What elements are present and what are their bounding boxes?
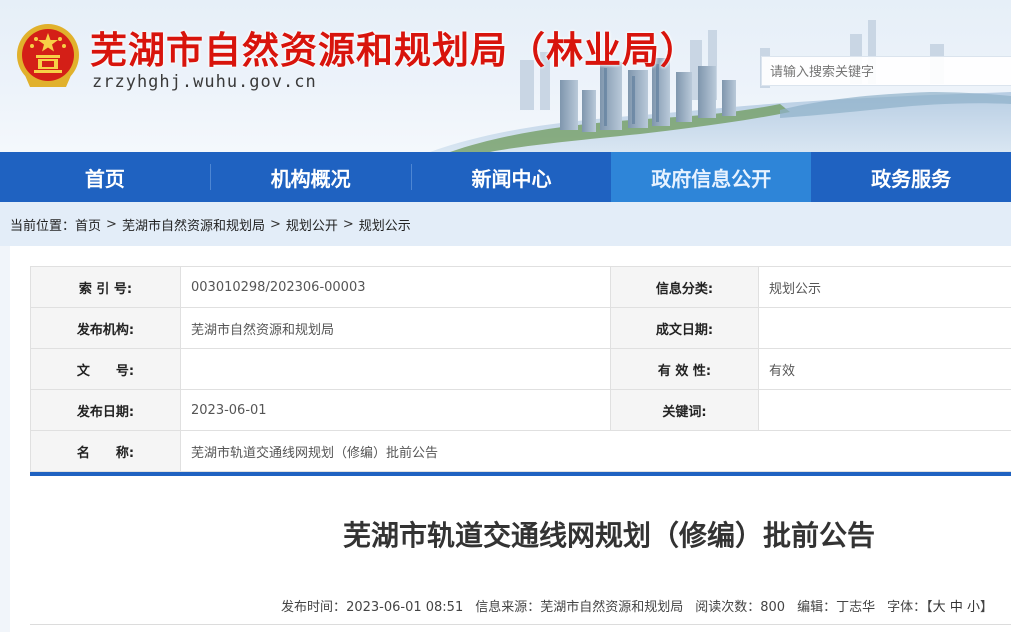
breadcrumb-link-planning[interactable]: 规划公开 — [286, 215, 338, 234]
breadcrumb-separator: > — [106, 216, 117, 232]
views-count: 800 — [760, 600, 786, 615]
breadcrumb-prefix: 当前位置： — [10, 218, 76, 234]
publish-time-label: 发布时间： — [281, 600, 347, 615]
publish-date-label: 发布日期: — [30, 389, 181, 431]
site-domain: zrzyhghj.wuhu.gov.cn — [92, 72, 317, 92]
validity-value: 有效 — [758, 348, 1011, 390]
publish-time-value: 2023-06-01 08:51 — [346, 600, 464, 615]
keywords-value — [758, 389, 1011, 431]
index-number-label: 索 引 号: — [30, 266, 181, 308]
breadcrumb-link-bureau[interactable]: 芜湖市自然资源和规划局 — [122, 215, 265, 234]
breadcrumb-link-notice[interactable]: 规划公示 — [359, 215, 411, 234]
table-bottom-rule — [30, 472, 1011, 476]
doc-number-label: 文 号: — [30, 348, 181, 390]
views-label: 阅读次数： — [695, 600, 761, 615]
category-value: 规划公示 — [758, 266, 1011, 308]
search-input[interactable] — [761, 56, 1011, 86]
breadcrumb-separator: > — [342, 216, 354, 232]
editor-value: 丁志华 — [836, 600, 876, 615]
name-label: 名 称: — [30, 430, 181, 472]
article-title: 芜湖市轨道交通线网规划（修编）批前公告 — [342, 519, 875, 552]
nav-item-about[interactable]: 机构概况 — [211, 152, 411, 202]
breadcrumb: 当前位置： 首页 > 芜湖市自然资源和规划局 > 规划公开 > 规划公示 — [0, 202, 1011, 246]
font-size-label: 字体： — [887, 600, 927, 615]
nav-item-services[interactable]: 政务服务 — [811, 152, 1011, 202]
font-small-button[interactable]: 小 — [967, 600, 980, 615]
index-number-value: 003010298/202306-00003 — [180, 266, 611, 308]
publisher-label: 发布机构: — [30, 307, 181, 349]
nav-item-home[interactable]: 首页 — [0, 152, 210, 202]
created-date-label: 成文日期: — [610, 307, 759, 349]
document-info-table: 索 引 号: 003010298/202306-00003 信息分类: 规划公示… — [30, 266, 1011, 472]
font-medium-button[interactable]: 中 — [950, 600, 963, 615]
created-date-value — [758, 307, 1011, 349]
table-row: 名 称: 芜湖市轨道交通线网规划（修编）批前公告 — [30, 430, 1011, 472]
main-nav: 首页 机构概况 新闻中心 政府信息公开 政务服务 — [0, 152, 1011, 202]
editor-label: 编辑： — [797, 600, 837, 615]
source-label: 信息来源： — [475, 600, 541, 615]
site-banner: 芜湖市自然资源和规划局（林业局） zrzyhghj.wuhu.gov.cn — [0, 0, 1011, 152]
table-row: 发布机构: 芜湖市自然资源和规划局 成文日期: — [30, 307, 1011, 349]
font-bracket-close: 】 — [979, 600, 993, 615]
article-meta: 发布时间：2023-06-01 08:51 信息来源：芜湖市自然资源和规划局 阅读次… — [281, 596, 993, 615]
publisher-value: 芜湖市自然资源和规划局 — [180, 307, 611, 349]
doc-number-value — [180, 348, 611, 390]
meta-divider — [30, 624, 1011, 625]
category-label: 信息分类: — [610, 266, 759, 308]
font-large-button[interactable]: 大 — [933, 600, 946, 615]
nav-item-gov-info[interactable]: 政府信息公开 — [611, 152, 812, 202]
nav-item-news[interactable]: 新闻中心 — [412, 152, 612, 202]
table-row: 文 号: 有 效 性: 有效 — [30, 348, 1011, 390]
breadcrumb-link-home[interactable]: 首页 — [75, 215, 101, 234]
table-row: 索 引 号: 003010298/202306-00003 信息分类: 规划公示 — [30, 266, 1011, 308]
keywords-label: 关键词: — [610, 389, 759, 431]
national-emblem-icon — [17, 24, 79, 87]
publish-date-value: 2023-06-01 — [180, 389, 611, 431]
breadcrumb-separator: > — [269, 216, 281, 232]
source-value: 芜湖市自然资源和规划局 — [540, 600, 684, 615]
validity-label: 有 效 性: — [610, 348, 759, 390]
name-value: 芜湖市轨道交通线网规划（修编）批前公告 — [180, 430, 1011, 472]
site-title: 芜湖市自然资源和规划局（林业局） — [90, 29, 698, 72]
table-row: 发布日期: 2023-06-01 关键词: — [30, 389, 1011, 431]
